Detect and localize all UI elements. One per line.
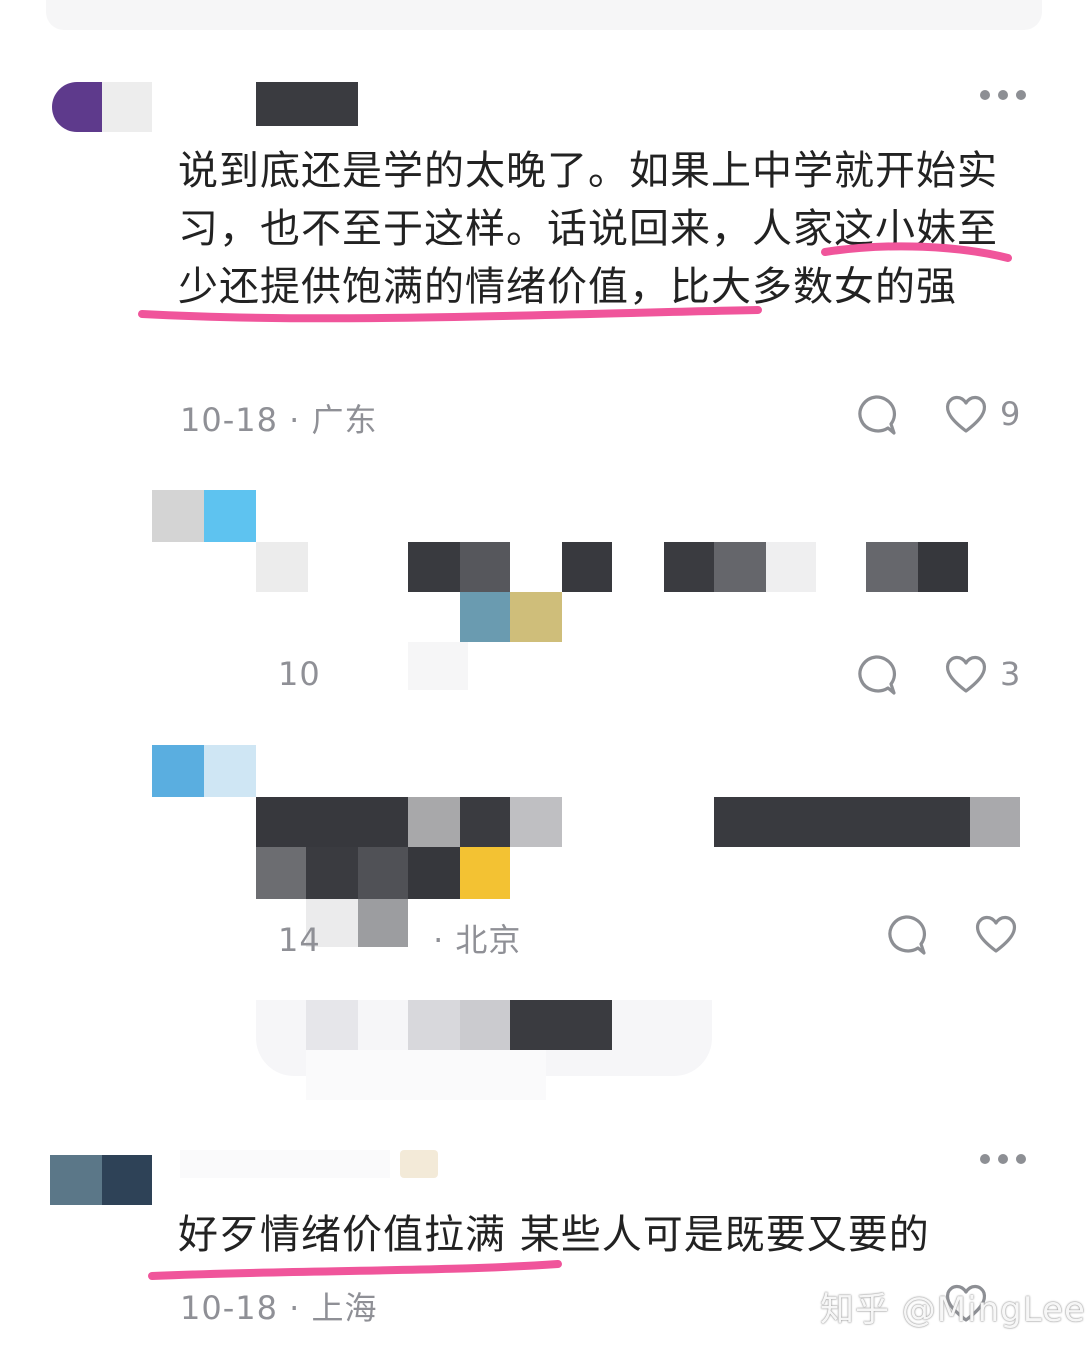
comment-icon[interactable] bbox=[854, 393, 898, 437]
username-redacted[interactable] bbox=[256, 82, 358, 126]
heart-icon[interactable] bbox=[944, 393, 988, 435]
comment-location: 北京 bbox=[455, 921, 522, 959]
watermark: 知乎 @MingLee bbox=[820, 1290, 1086, 1330]
comment-meta: 10-18 · 广东 bbox=[180, 395, 378, 441]
avatar-pixel bbox=[204, 490, 256, 542]
avatar-pixel bbox=[102, 82, 152, 132]
comment-meta: 14 · 北京 bbox=[278, 915, 521, 961]
meta-separator: · bbox=[433, 921, 445, 959]
meta-separator: · bbox=[289, 401, 301, 439]
avatar-pixel bbox=[102, 1155, 152, 1205]
comment-location: 广东 bbox=[311, 401, 378, 439]
comment-icon[interactable] bbox=[884, 913, 928, 957]
more-icon[interactable] bbox=[980, 1152, 1026, 1166]
more-icon[interactable] bbox=[980, 88, 1026, 102]
badge-icon bbox=[400, 1150, 438, 1178]
like-count: 9 bbox=[1000, 395, 1021, 433]
previous-card-bottom bbox=[46, 0, 1042, 30]
comment-date: 10-18 bbox=[180, 1289, 278, 1327]
avatar[interactable] bbox=[152, 745, 204, 797]
comment-meta: 10-18 · 上海 bbox=[180, 1283, 378, 1329]
comment-location: 上海 bbox=[311, 1289, 378, 1327]
username-redacted[interactable] bbox=[180, 1150, 390, 1178]
avatar[interactable] bbox=[50, 1155, 102, 1205]
avatar-pixel bbox=[204, 745, 256, 797]
avatar[interactable] bbox=[152, 490, 204, 542]
highlight-underline bbox=[138, 242, 1012, 323]
heart-icon[interactable] bbox=[944, 653, 988, 695]
comment-date: 14 bbox=[278, 921, 321, 959]
comment-date: 10-18 bbox=[180, 401, 278, 439]
comment-icon[interactable] bbox=[854, 653, 898, 697]
avatar[interactable] bbox=[52, 82, 102, 132]
heart-icon[interactable] bbox=[974, 913, 1018, 955]
like-count: 3 bbox=[1000, 655, 1021, 693]
meta-separator: · bbox=[289, 1289, 301, 1327]
comment-date: 10 bbox=[278, 655, 321, 693]
